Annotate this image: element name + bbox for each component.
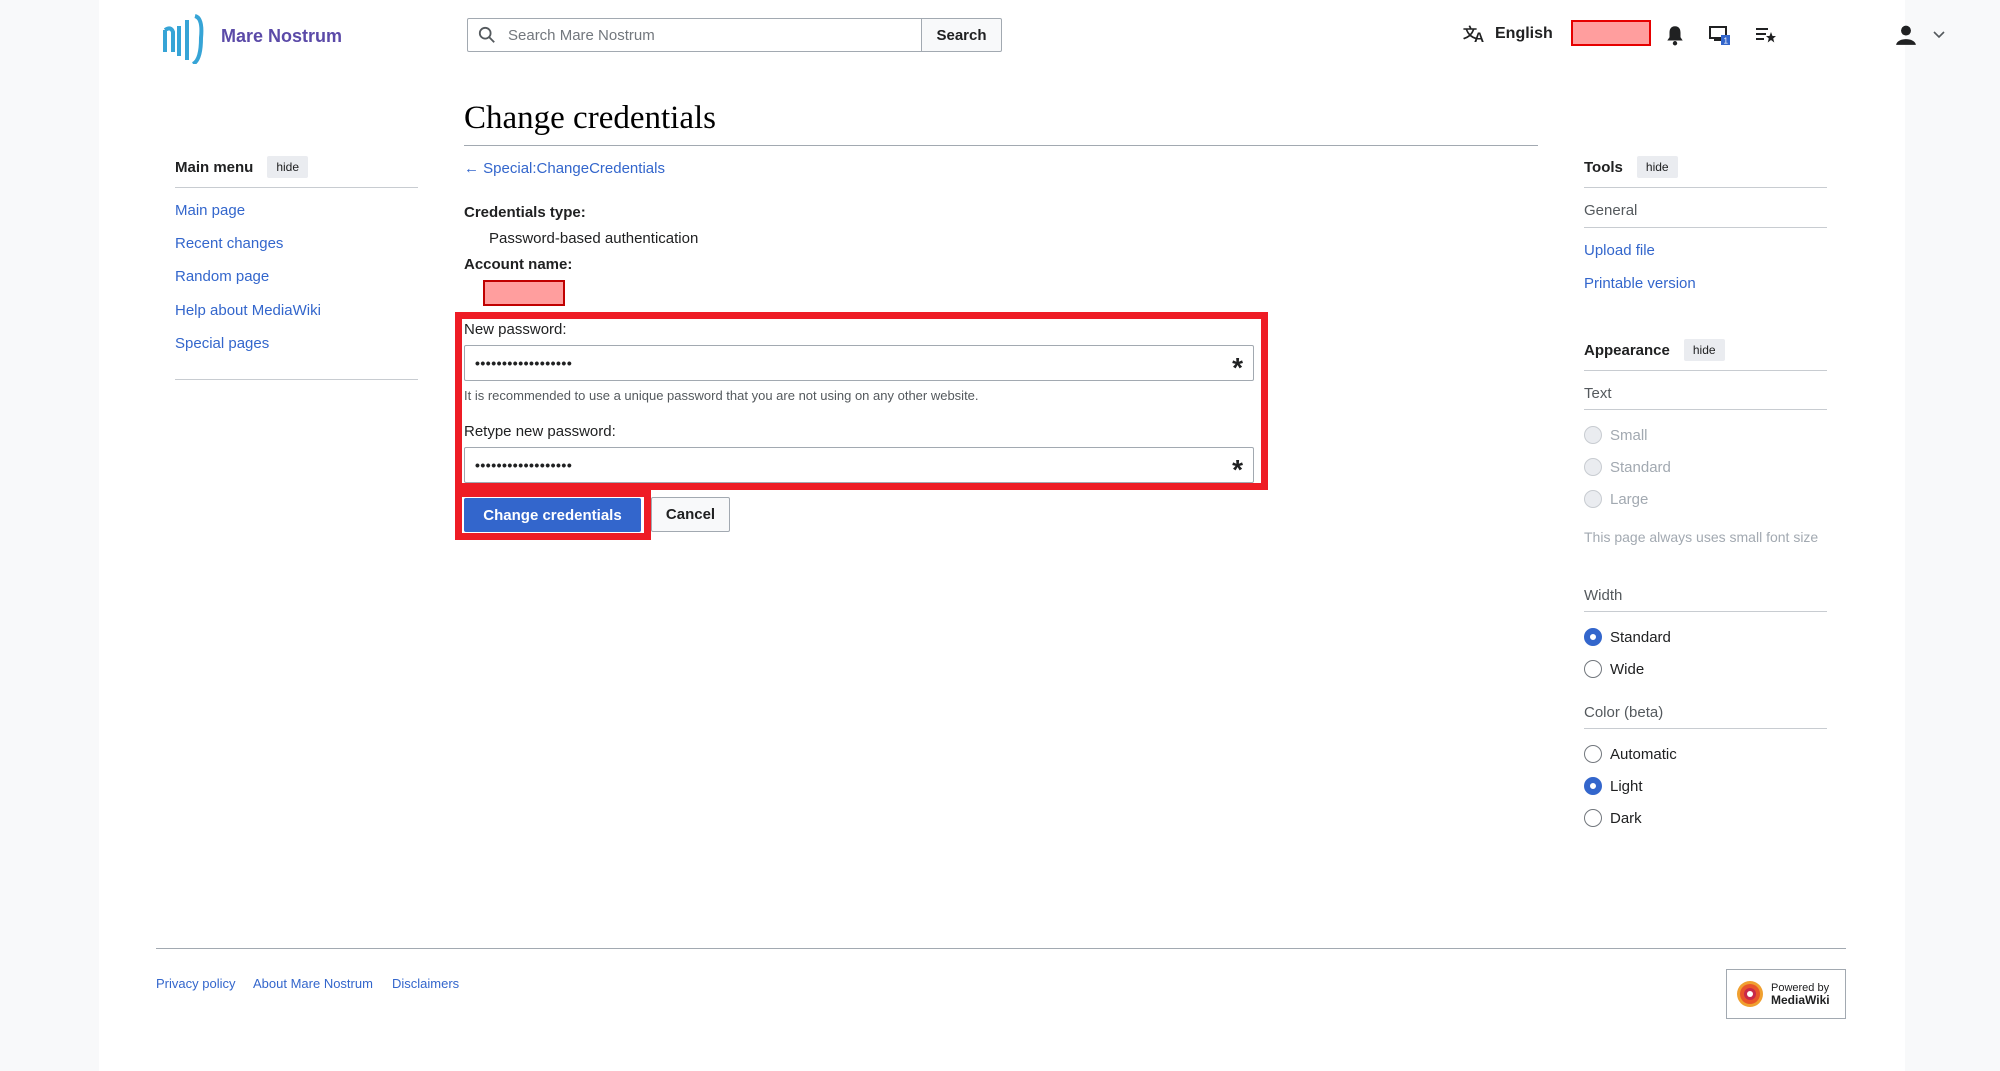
color-label: Color (beta) — [1584, 704, 1664, 721]
text-size-label: Text — [1584, 385, 1612, 402]
divider — [175, 379, 418, 380]
menu-item-special-pages[interactable]: Special pages — [175, 335, 269, 352]
svg-text:A: A — [1474, 29, 1484, 44]
credentials-type-value: Password-based authentication — [489, 230, 699, 247]
color-light-option[interactable]: Light — [1584, 777, 1643, 795]
color-light-label: Light — [1610, 777, 1643, 795]
width-wide-label: Wide — [1610, 660, 1645, 678]
watchlist-notice-icon[interactable]: 1 — [1709, 24, 1731, 46]
highlight-password-fields — [455, 312, 1268, 490]
text-size-small-option: Small — [1584, 426, 1648, 444]
site-name[interactable]: Mare Nostrum — [221, 26, 342, 47]
text-size-large-label: Large — [1610, 490, 1649, 508]
footer-divider — [156, 948, 1846, 949]
width-label: Width — [1584, 587, 1623, 604]
footer-about-link[interactable]: About Mare Nostrum — [253, 976, 373, 991]
user-icon[interactable] — [1895, 24, 1917, 46]
tools-hide-button[interactable]: hide — [1636, 156, 1678, 178]
appearance-title: Appearance — [1584, 341, 1670, 359]
radio-checked-icon[interactable] — [1584, 777, 1602, 795]
credentials-type-label: Credentials type: — [464, 204, 586, 221]
svg-text:1: 1 — [1724, 37, 1729, 46]
username-redacted[interactable] — [1571, 20, 1651, 46]
main-menu-title: Main menu — [175, 158, 254, 176]
tools-title: Tools — [1584, 158, 1623, 176]
translate-icon: 文 A — [1463, 25, 1484, 44]
search-box[interactable] — [467, 18, 922, 52]
divider — [1584, 728, 1827, 729]
divider — [175, 187, 418, 188]
appearance-hide-button[interactable]: hide — [1683, 339, 1725, 361]
menu-item-help[interactable]: Help about MediaWiki — [175, 302, 321, 319]
back-link[interactable]: ← Special:ChangeCredentials — [464, 160, 665, 177]
chevron-down-icon[interactable] — [1933, 30, 1945, 40]
menu-item-random-page[interactable]: Random page — [175, 268, 269, 285]
language-selector[interactable]: 文 A English — [1463, 24, 1553, 44]
cancel-button[interactable]: Cancel — [651, 497, 730, 532]
powered-by-line2: MediaWiki — [1771, 993, 1830, 1007]
site-logo[interactable]: Mare Nostrum — [161, 8, 342, 64]
color-automatic-option[interactable]: Automatic — [1584, 745, 1677, 763]
color-automatic-label: Automatic — [1610, 745, 1677, 763]
wiki-logo-icon — [163, 14, 204, 64]
powered-by-text: Powered by MediaWiki — [1771, 982, 1830, 1006]
color-dark-option[interactable]: Dark — [1584, 809, 1642, 827]
tool-upload-file[interactable]: Upload file — [1584, 242, 1655, 259]
menu-item-main-page[interactable]: Main page — [175, 202, 245, 219]
powered-by-mediawiki-badge[interactable]: Powered by MediaWiki — [1726, 969, 1846, 1019]
search-icon — [478, 26, 495, 43]
divider — [1584, 611, 1827, 612]
appearance-header: Appearance hide — [1584, 339, 1725, 361]
text-size-standard-label: Standard — [1610, 458, 1671, 476]
mediawiki-flower-icon — [1737, 981, 1763, 1007]
page: Mare Nostrum Search 文 A English 1 — [99, 0, 1945, 1071]
width-standard-option[interactable]: Standard — [1584, 628, 1671, 646]
width-wide-option[interactable]: Wide — [1584, 660, 1644, 678]
footer-privacy-link[interactable]: Privacy policy — [156, 976, 235, 991]
radio-icon — [1584, 458, 1602, 476]
divider — [1584, 370, 1827, 371]
language-label: English — [1495, 25, 1553, 42]
menu-item-recent-changes[interactable]: Recent changes — [175, 235, 283, 252]
page-title: Change credentials — [464, 100, 716, 136]
search-input[interactable] — [506, 25, 890, 45]
text-size-note: This page always uses small font size — [1584, 529, 1819, 545]
radio-icon[interactable] — [1584, 660, 1602, 678]
account-name-redacted — [483, 280, 565, 306]
text-size-small-label: Small — [1610, 426, 1648, 444]
text-size-standard-option: Standard — [1584, 458, 1671, 476]
title-divider — [464, 145, 1538, 146]
footer-disclaimers-link[interactable]: Disclaimers — [392, 976, 459, 991]
watchlist-icon[interactable] — [1755, 24, 1777, 46]
divider — [1584, 227, 1827, 228]
main-menu-header: Main menu hide — [175, 156, 309, 178]
main-menu-hide-button[interactable]: hide — [267, 156, 309, 178]
tools-header: Tools hide — [1584, 156, 1678, 178]
radio-icon[interactable] — [1584, 745, 1602, 763]
highlight-submit-button — [455, 490, 651, 540]
radio-icon — [1584, 490, 1602, 508]
divider — [1584, 187, 1827, 188]
radio-icon — [1584, 426, 1602, 444]
tools-general-label: General — [1584, 202, 1638, 219]
radio-icon[interactable] — [1584, 809, 1602, 827]
divider — [1584, 409, 1827, 410]
account-name-label: Account name: — [464, 256, 573, 273]
text-size-large-option: Large — [1584, 490, 1648, 508]
color-dark-label: Dark — [1610, 809, 1642, 827]
width-standard-label: Standard — [1610, 628, 1671, 646]
bell-icon[interactable] — [1664, 24, 1686, 46]
radio-checked-icon[interactable] — [1584, 628, 1602, 646]
tool-printable-version[interactable]: Printable version — [1584, 275, 1696, 292]
search-button[interactable]: Search — [922, 18, 1002, 52]
